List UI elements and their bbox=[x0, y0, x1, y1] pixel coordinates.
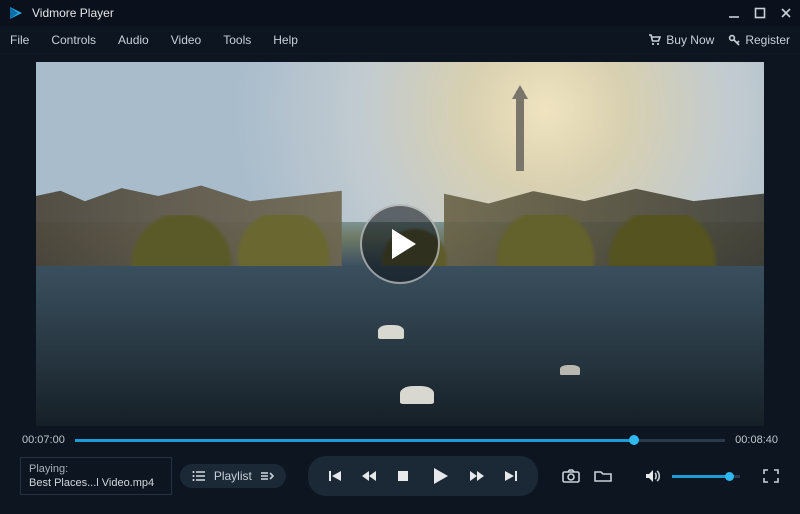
open-folder-button[interactable] bbox=[592, 465, 614, 487]
play-overlay-button[interactable] bbox=[360, 204, 440, 284]
now-playing-panel: Playing: Best Places...l Video.mp4 bbox=[20, 457, 172, 496]
maximize-icon[interactable] bbox=[754, 7, 766, 19]
menu-video[interactable]: Video bbox=[171, 33, 201, 47]
menu-audio[interactable]: Audio bbox=[118, 33, 149, 47]
playlist-button[interactable]: Playlist bbox=[180, 464, 286, 488]
register-label: Register bbox=[745, 33, 790, 47]
seek-fill bbox=[75, 439, 634, 442]
volume-group bbox=[642, 465, 740, 487]
register-button[interactable]: Register bbox=[728, 33, 790, 47]
capture-group bbox=[560, 465, 614, 487]
volume-fill bbox=[672, 475, 730, 478]
total-time: 00:08:40 bbox=[735, 434, 778, 446]
menu-controls[interactable]: Controls bbox=[51, 33, 96, 47]
video-viewport[interactable] bbox=[36, 62, 764, 426]
menu-help[interactable]: Help bbox=[273, 33, 298, 47]
snapshot-button[interactable] bbox=[560, 465, 582, 487]
now-playing-filename: Best Places...l Video.mp4 bbox=[29, 476, 163, 490]
playlist-label: Playlist bbox=[214, 469, 252, 483]
forward-button[interactable] bbox=[464, 463, 490, 489]
app-title: Vidmore Player bbox=[32, 6, 114, 20]
elapsed-time: 00:07:00 bbox=[22, 434, 65, 446]
volume-thumb[interactable] bbox=[725, 472, 734, 481]
list-icon bbox=[192, 470, 206, 482]
stop-button[interactable] bbox=[390, 463, 416, 489]
scene-boat bbox=[400, 386, 434, 404]
scene-boat bbox=[560, 365, 580, 375]
seek-row: 00:07:00 00:08:40 bbox=[0, 426, 800, 450]
transport-controls bbox=[308, 456, 538, 496]
menu-tools[interactable]: Tools bbox=[223, 33, 251, 47]
camera-icon bbox=[562, 469, 580, 483]
menu-bar: File Controls Audio Video Tools Help Buy… bbox=[0, 26, 800, 54]
scene-boat bbox=[378, 325, 404, 339]
now-playing-label: Playing: bbox=[29, 462, 163, 476]
control-bar: Playing: Best Places...l Video.mp4 Playl… bbox=[0, 450, 800, 506]
fullscreen-icon bbox=[763, 469, 779, 483]
volume-slider[interactable] bbox=[672, 475, 740, 478]
scene-tower bbox=[516, 91, 524, 171]
fullscreen-button[interactable] bbox=[762, 465, 780, 487]
seek-thumb[interactable] bbox=[629, 435, 639, 445]
key-icon bbox=[728, 34, 740, 46]
volume-button[interactable] bbox=[642, 465, 664, 487]
play-button[interactable] bbox=[424, 460, 456, 492]
folder-icon bbox=[594, 469, 612, 483]
seek-slider[interactable] bbox=[75, 439, 725, 442]
rewind-button[interactable] bbox=[356, 463, 382, 489]
next-button[interactable] bbox=[498, 463, 524, 489]
menu-file[interactable]: File bbox=[10, 33, 29, 47]
play-icon bbox=[386, 227, 420, 261]
prev-button[interactable] bbox=[322, 463, 348, 489]
buy-now-label: Buy Now bbox=[666, 33, 714, 47]
buy-now-button[interactable]: Buy Now bbox=[648, 33, 714, 47]
speaker-icon bbox=[645, 469, 661, 483]
close-icon[interactable] bbox=[780, 7, 792, 19]
title-bar: Vidmore Player bbox=[0, 0, 800, 26]
playlist-toggle-icon bbox=[260, 470, 274, 482]
app-logo-icon bbox=[8, 5, 24, 21]
minimize-icon[interactable] bbox=[728, 7, 740, 19]
cart-icon bbox=[648, 33, 661, 46]
